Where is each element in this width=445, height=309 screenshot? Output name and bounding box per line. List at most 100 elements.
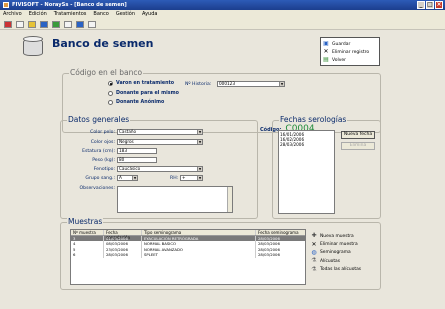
history-label: Nº Historia:	[185, 82, 212, 87]
radio-donor-same[interactable]: Donante para el mismo	[108, 91, 179, 96]
observations-textarea[interactable]	[117, 186, 233, 213]
bank-code-title: Código en el banco	[69, 68, 144, 77]
phenotype-select[interactable]: Caucásico ▼	[117, 166, 203, 172]
chevron-down-icon[interactable]: ▼	[279, 82, 284, 86]
new-date-button[interactable]: Nueva fecha	[341, 131, 375, 139]
all-aliquots-label: Todas las alícuotas	[320, 267, 362, 273]
delete-date-button[interactable]: Elimina	[341, 142, 375, 150]
new-sample-action[interactable]: ✚ Nueva muestra	[311, 232, 381, 240]
serology-title: Fechas serologías	[279, 115, 348, 124]
delete-icon: ✕	[323, 48, 329, 55]
weight-value: 80	[119, 157, 125, 162]
save-icon[interactable]	[40, 21, 48, 28]
menu-tratamientos[interactable]: Tratamientos	[54, 10, 87, 19]
app-icon	[3, 2, 9, 8]
column-header[interactable]: Tipo seminograma	[142, 230, 256, 235]
delete-icon: ✕	[311, 240, 317, 248]
weight-label: Peso (kg):	[92, 158, 115, 163]
new-icon[interactable]	[4, 21, 12, 28]
samples-title: Muestras	[67, 217, 104, 226]
serology-dates-list[interactable]: 16/01/2006 16/02/2006 28/03/2006	[278, 130, 335, 214]
menu-gestion[interactable]: Gestión	[116, 10, 135, 19]
chevron-down-icon[interactable]: ▼	[197, 176, 202, 180]
action-panel: ▣ Guardar ✕ Eliminar registro ▤ Volver	[320, 37, 380, 66]
chevron-down-icon[interactable]: ▼	[197, 167, 202, 171]
menu-banco[interactable]: Banco	[93, 10, 108, 19]
toolbar	[0, 19, 445, 30]
save-action[interactable]: ▣ Guardar	[323, 40, 377, 48]
radio-donor-same-icon	[108, 91, 113, 96]
radio-patient-label: Varon en tratamiento	[116, 81, 175, 86]
scrollbar[interactable]	[227, 187, 232, 212]
table-row[interactable]: 6 28/03/2006 SPLEET 28/03/2006	[71, 252, 305, 258]
samples-actions: ✚ Nueva muestra ✕ Eliminar muestra ◍ Sem…	[311, 232, 381, 274]
blood-group-select[interactable]: A ▼	[117, 175, 138, 181]
close-button[interactable]: ×	[435, 1, 443, 9]
seminogram-action[interactable]: ◍ Seminograma	[311, 249, 381, 257]
rh-label: RH:	[170, 176, 179, 181]
radio-donor-same-label: Donante para el mismo	[116, 91, 179, 96]
column-header[interactable]: Fecha seminograma	[256, 230, 305, 235]
delete-sample-label: Eliminar muestra	[320, 242, 358, 248]
menu-archivo[interactable]: Archivo	[3, 10, 22, 19]
page-title: Banco de semen	[52, 37, 154, 50]
eyes-select[interactable]: Negros ▼	[117, 139, 203, 145]
samples-table: Nº muestra Fecha congelación Tipo semino…	[70, 229, 306, 285]
hair-select[interactable]: Castaño ▼	[117, 129, 203, 135]
phenotype-value: Caucásico	[119, 166, 141, 171]
back-icon: ▤	[323, 56, 329, 63]
maximize-button[interactable]: □	[426, 1, 434, 9]
delete-label: Eliminar registro	[332, 49, 370, 55]
back-action[interactable]: ▤ Volver	[323, 56, 377, 64]
blood-group-value: A	[119, 175, 122, 180]
chevron-down-icon[interactable]: ▼	[132, 176, 137, 180]
seminogram-icon: ◍	[311, 248, 317, 256]
radio-anonymous[interactable]: Donante Anónimo	[108, 100, 164, 105]
chevron-down-icon[interactable]: ▼	[197, 130, 202, 134]
column-header[interactable]: Fecha congelación	[104, 230, 142, 240]
height-label: Estatura (cm):	[82, 149, 115, 154]
height-input[interactable]: 183	[117, 148, 157, 154]
all-aliquots-action[interactable]: ⚗ Todas las alícuotas	[311, 266, 381, 274]
database-icon	[23, 36, 43, 58]
save-icon: ▣	[323, 40, 329, 47]
app-window: FIVISOFT - NoraySs - [Banco de semen] _ …	[0, 0, 445, 309]
new-sample-icon: ✚	[311, 232, 317, 240]
open-icon[interactable]	[16, 21, 24, 28]
phenotype-label: Fenotipo:	[93, 167, 115, 172]
delete-sample-action[interactable]: ✕ Eliminar muestra	[311, 240, 381, 248]
column-header[interactable]: Nº muestra	[71, 230, 104, 235]
page-header: Banco de semen ▣ Guardar ✕ Eliminar regi…	[0, 30, 445, 66]
chevron-down-icon[interactable]: ▼	[197, 140, 202, 144]
blood-group-label: Grupo sang.:	[85, 176, 115, 181]
rh-select[interactable]: + ▼	[180, 175, 203, 181]
back-label: Volver	[332, 57, 347, 63]
serology-date[interactable]: 28/03/2006	[280, 142, 333, 147]
menu-edicion[interactable]: Edición	[29, 10, 47, 19]
aliquots-label: Alícuotas	[320, 258, 341, 264]
weight-input[interactable]: 80	[117, 157, 157, 163]
menu-ayuda[interactable]: Ayuda	[142, 10, 157, 19]
eyes-label: Color ojos:	[90, 140, 115, 145]
observations-label: Observaciones:	[79, 186, 115, 191]
all-aliquots-icon: ⚗	[311, 265, 317, 273]
radio-anonymous-label: Donante Anónimo	[116, 100, 165, 105]
history-select[interactable]: 000123 ▼	[217, 81, 285, 87]
refresh-icon[interactable]	[52, 21, 60, 28]
print-icon[interactable]	[64, 21, 72, 28]
folder-icon[interactable]	[28, 21, 36, 28]
aliquots-icon: ⚗	[311, 257, 317, 265]
hair-value: Castaño	[119, 129, 137, 134]
delete-record-action[interactable]: ✕ Eliminar registro	[323, 48, 377, 56]
history-value: 000123	[219, 81, 235, 86]
radio-anonymous-icon	[108, 100, 113, 105]
seminogram-label: Seminograma	[320, 250, 351, 256]
minimize-button[interactable]: _	[417, 1, 425, 9]
save-label: Guardar	[332, 41, 351, 47]
radio-patient[interactable]: Varon en tratamiento	[108, 81, 174, 86]
height-value: 183	[119, 148, 127, 153]
aliquots-action[interactable]: ⚗ Alícuotas	[311, 257, 381, 265]
help-icon[interactable]	[76, 21, 84, 28]
cell: 6	[71, 252, 104, 258]
settings-icon[interactable]	[88, 21, 96, 28]
